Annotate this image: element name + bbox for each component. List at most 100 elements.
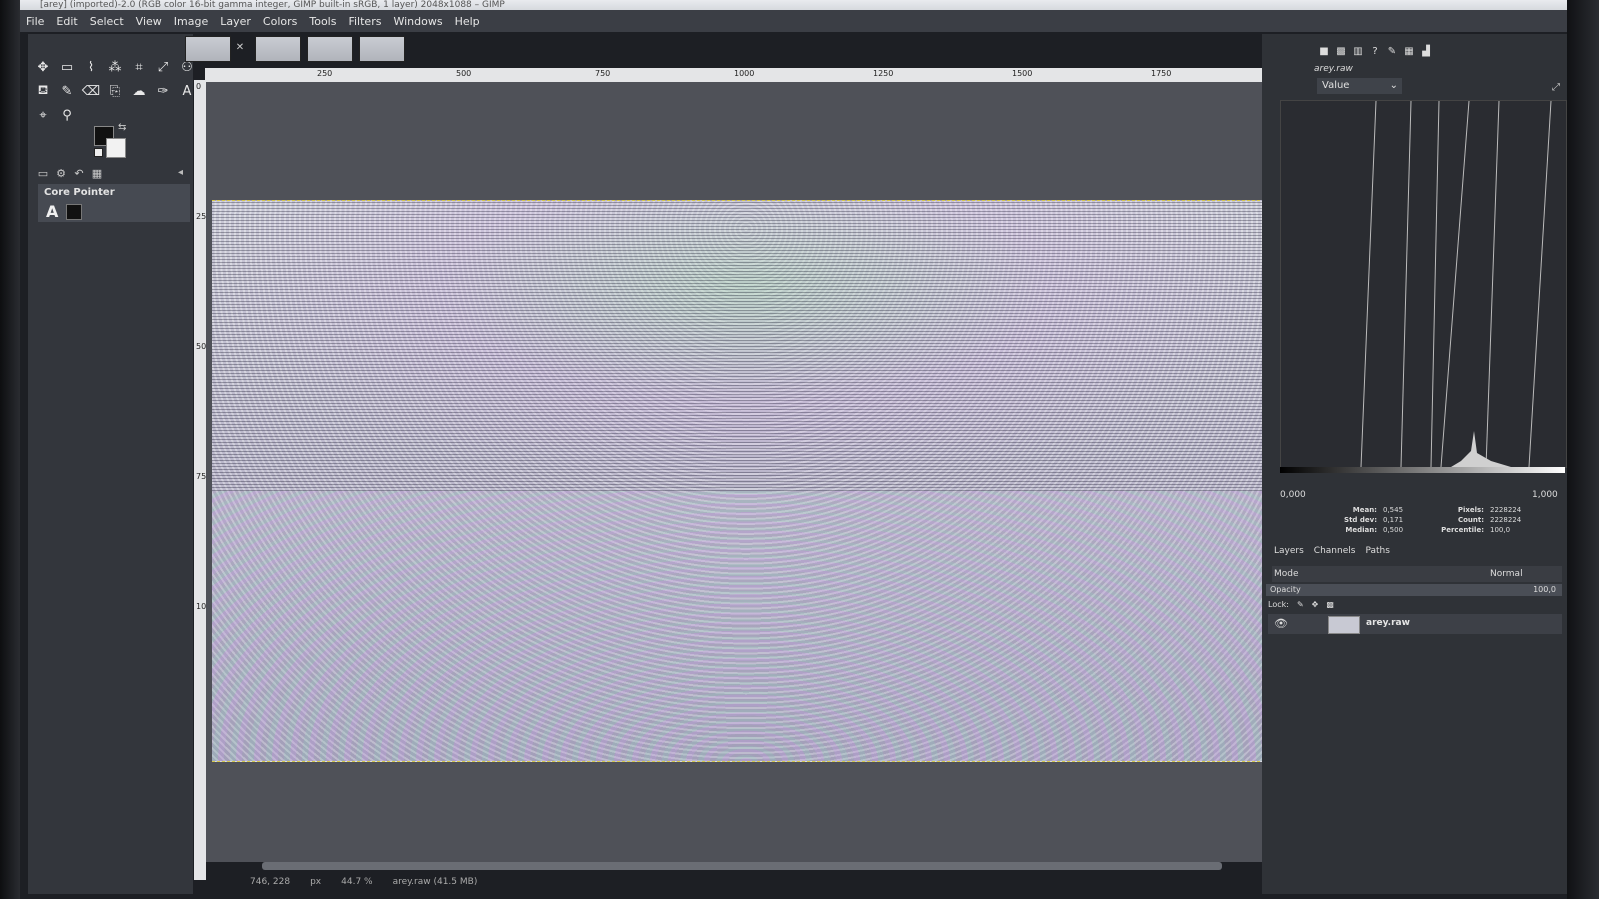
layer-mode-row: Mode Normal	[1272, 566, 1562, 582]
fuzzy-select-tool-icon[interactable]: ⁂	[104, 56, 126, 78]
undo-history-tab-icon[interactable]: ↶	[72, 166, 86, 180]
pointer-color-swatch	[66, 204, 82, 220]
range-low-field[interactable]: 0,000	[1280, 490, 1306, 500]
histogram-range-gradient	[1280, 467, 1565, 473]
transform-tool-icon[interactable]: ⤢	[152, 56, 174, 78]
gradients-tab-icon[interactable]: ▥	[1351, 44, 1365, 58]
unit-selector[interactable]: px	[310, 877, 321, 887]
tool-options-panel: Core Pointer A	[38, 184, 190, 222]
ruler-tick-label: 250	[317, 69, 333, 78]
bucket-fill-tool-icon[interactable]: ⛾	[32, 80, 54, 102]
stat-value: 100,0	[1490, 526, 1511, 534]
stat-label: Std dev:	[1344, 516, 1377, 524]
right-dock: ■ ▩ ▥ ? ✎ ▦ ▟ arey.raw Value ⌄ ⤢ 0,000 1…	[1262, 34, 1567, 894]
pencil-tab-icon[interactable]: ✎	[1385, 44, 1399, 58]
tab-channels[interactable]: Channels	[1312, 546, 1358, 556]
zoom-tool-icon[interactable]: ⚲	[56, 104, 78, 126]
brushes-tab-icon[interactable]: ■	[1317, 44, 1331, 58]
menu-file[interactable]: File	[20, 15, 50, 28]
range-high-field[interactable]: 1,000	[1532, 490, 1558, 500]
images-tab-icon[interactable]: ▦	[90, 166, 104, 180]
close-icon[interactable]: ✕	[233, 41, 247, 55]
menu-filters[interactable]: Filters	[342, 15, 387, 28]
paintbrush-tool-icon[interactable]: ✎	[56, 80, 78, 102]
rect-select-tool-icon[interactable]: ▭	[56, 56, 78, 78]
eye-icon[interactable]: 👁	[1274, 617, 1288, 630]
reset-colors-icon[interactable]	[94, 148, 103, 157]
color-picker-tool-icon[interactable]: ⌖	[32, 104, 54, 126]
linear-log-toggle-icon[interactable]: ⤢	[1552, 82, 1560, 93]
background-color-swatch[interactable]	[106, 138, 126, 158]
clone-tool-icon[interactable]: ⎘	[104, 80, 126, 102]
horizontal-scrollbar[interactable]	[262, 862, 1222, 870]
menu-select[interactable]: Select	[84, 15, 130, 28]
menu-colors[interactable]: Colors	[257, 15, 303, 28]
ruler-tick-label: 0	[196, 82, 202, 91]
image-noise-band	[212, 201, 1280, 491]
lock-row: Lock: ✎ ✥ ▩	[1268, 600, 1334, 609]
image-canvas[interactable]	[206, 82, 1294, 862]
stat-label: Percentile:	[1441, 526, 1484, 534]
opacity-value[interactable]: 100,0	[1533, 585, 1556, 594]
menu-help[interactable]: Help	[449, 15, 486, 28]
image-tabs: ✕	[185, 36, 405, 62]
histogram-plot[interactable]	[1280, 100, 1567, 468]
ruler-tick-label: 1750	[1151, 69, 1172, 78]
histogram-svg	[1360, 101, 1552, 467]
layer-row[interactable]: 👁 arey.raw	[1268, 614, 1562, 634]
vertical-ruler[interactable]: 02505007501000	[194, 80, 216, 880]
ruler-tick-label: 750	[595, 69, 611, 78]
stat-label: Pixels:	[1457, 506, 1484, 514]
move-tool-icon[interactable]: ✥	[32, 56, 54, 78]
eraser-tool-icon[interactable]: ⌫	[80, 80, 102, 102]
lock-position-icon[interactable]: ✥	[1312, 600, 1319, 609]
smudge-tool-icon[interactable]: ☁	[128, 80, 150, 102]
horizontal-ruler[interactable]: 250 500 750 1000 1250 1500 1750	[205, 68, 1295, 82]
layer-name[interactable]: arey.raw	[1366, 618, 1410, 628]
histogram-tab-icon[interactable]: ▟	[1419, 44, 1433, 58]
patterns-tab-icon[interactable]: ▩	[1334, 44, 1348, 58]
tool-grid: ✥ ▭ ⌇ ⁂ ⌗ ⤢ ⚇ ⛾ ✎ ⌫ ⎘ ☁ ✑ A ⌖ ⚲	[32, 56, 193, 126]
stat-value: 0,171	[1383, 516, 1404, 524]
image-tab-thumbnail[interactable]	[359, 36, 405, 62]
menu-view[interactable]: View	[130, 15, 168, 28]
menu-layer[interactable]: Layer	[214, 15, 257, 28]
stat-value: 0,500	[1383, 526, 1404, 534]
histogram-channel-select[interactable]: Value ⌄	[1317, 78, 1402, 94]
stat-row: Median: 0,500 Percentile: 100,0	[1322, 526, 1562, 534]
image-info: arey.raw (41.5 MB)	[392, 877, 478, 887]
crop-tool-icon[interactable]: ⌗	[128, 56, 150, 78]
stat-value: 2228224	[1490, 516, 1522, 524]
zoom-selector[interactable]: 44.7 %	[341, 877, 372, 887]
toolbox-dock-tabs: ▭ ⚙ ↶ ▦	[36, 166, 104, 180]
help-tab-icon[interactable]: ?	[1368, 44, 1382, 58]
tool-options-tab-icon[interactable]: ▭	[36, 166, 50, 180]
menu-windows[interactable]: Windows	[387, 15, 448, 28]
toolbox: ✥ ▭ ⌇ ⁂ ⌗ ⤢ ⚇ ⛾ ✎ ⌫ ⎘ ☁ ✑ A ⌖ ⚲ ⇆ ▭ ⚙ ↶ ▦ ◂ Core Pointe…	[28, 34, 193, 894]
palettes-tab-icon[interactable]: ▦	[1402, 44, 1416, 58]
chevron-down-icon: ⌄	[1389, 80, 1398, 91]
paths-tool-icon[interactable]: ✑	[152, 80, 174, 102]
image-tab-thumbnail[interactable]	[185, 36, 231, 62]
image-tab-thumbnail[interactable]	[255, 36, 301, 62]
dock-menu-icon[interactable]: ◂	[178, 167, 183, 178]
monitor-bezel-left	[0, 0, 20, 899]
histogram-stats: Mean: 0,545 Pixels: 2228224 Std dev: 0,171 Cou…	[1322, 506, 1562, 536]
image-fringe-band	[212, 491, 1280, 761]
menu-edit[interactable]: Edit	[50, 15, 83, 28]
swap-colors-icon[interactable]: ⇆	[118, 122, 126, 133]
lock-alpha-icon[interactable]: ▩	[1326, 600, 1334, 609]
stat-value: 0,545	[1383, 506, 1404, 514]
menu-image[interactable]: Image	[168, 15, 214, 28]
tab-paths[interactable]: Paths	[1363, 546, 1391, 556]
lock-pixels-icon[interactable]: ✎	[1297, 600, 1304, 609]
device-status-tab-icon[interactable]: ⚙	[54, 166, 68, 180]
opacity-slider[interactable]: Opacity 100,0	[1266, 584, 1562, 596]
monitor-bezel-right	[1567, 0, 1599, 899]
free-select-tool-icon[interactable]: ⌇	[80, 56, 102, 78]
ruler-tick-label: 1250	[873, 69, 894, 78]
menu-tools[interactable]: Tools	[303, 15, 342, 28]
tab-layers[interactable]: Layers	[1272, 546, 1306, 556]
mode-select[interactable]: Normal	[1490, 569, 1523, 579]
image-tab-thumbnail[interactable]	[307, 36, 353, 62]
